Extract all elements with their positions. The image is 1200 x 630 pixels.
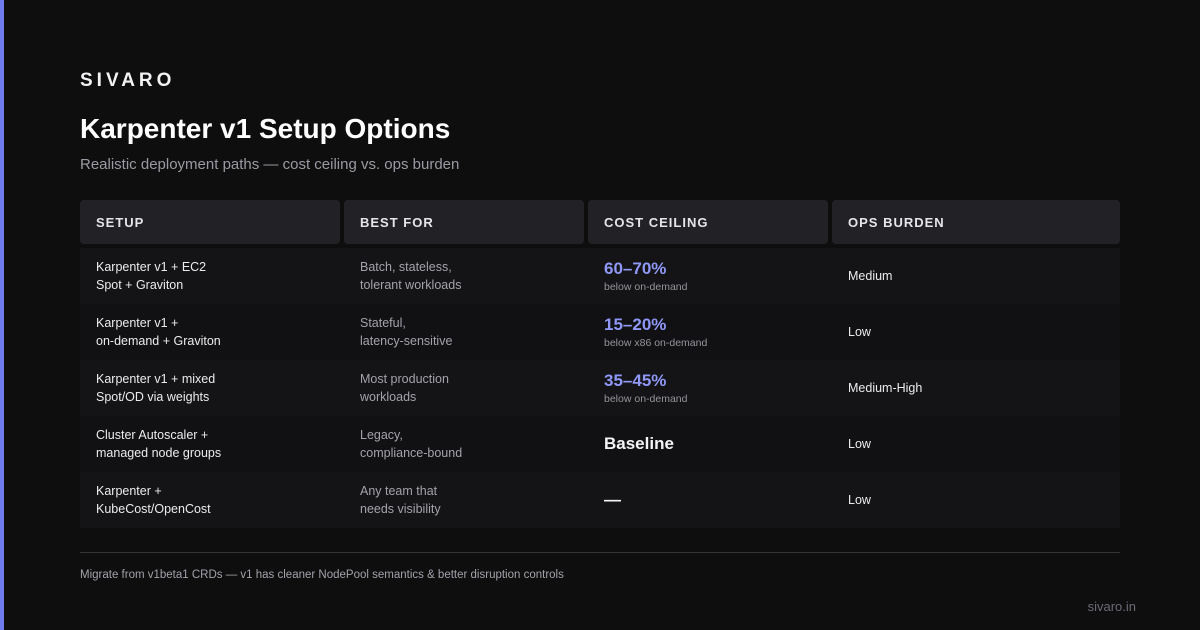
table-row: Karpenter v1 + EC2 Spot + Graviton Batch… bbox=[80, 248, 1120, 304]
ops-cell: Low bbox=[848, 493, 871, 507]
cost-cell: Baseline bbox=[588, 434, 832, 454]
header-ops-burden: OPS BURDEN bbox=[832, 200, 1120, 244]
cost-cell: — bbox=[588, 490, 832, 510]
ops-cell: Low bbox=[848, 325, 871, 339]
best-for-cell: Any team that needs visibility bbox=[360, 484, 441, 516]
ops-cell: Medium-High bbox=[848, 381, 923, 395]
comparison-table: SETUP BEST FOR COST CEILING OPS BURDEN K… bbox=[80, 200, 1120, 528]
best-for-cell: Legacy, compliance-bound bbox=[360, 428, 463, 460]
best-for-cell: Most production workloads bbox=[360, 372, 449, 404]
cost-cell: 35–45% below on-demand bbox=[588, 371, 832, 406]
table-row: Cluster Autoscaler + managed node groups… bbox=[80, 416, 1120, 472]
cost-value: — bbox=[604, 490, 621, 509]
ops-cell: Medium bbox=[848, 269, 893, 283]
brand-logo: SIVARO bbox=[80, 70, 176, 91]
setup-cell: Karpenter v1 + EC2 Spot + Graviton bbox=[96, 260, 207, 292]
cost-value: 15–20% bbox=[604, 314, 667, 334]
setup-cell: Cluster Autoscaler + managed node groups bbox=[96, 428, 222, 460]
best-for-cell: Stateful, latency-sensitive bbox=[360, 316, 453, 348]
setup-cell: Karpenter v1 + mixed Spot/OD via weights bbox=[96, 372, 216, 404]
header-cost-ceiling: COST CEILING bbox=[588, 200, 828, 244]
setup-cell: Karpenter v1 + on-demand + Graviton bbox=[96, 316, 221, 348]
table-body: Karpenter v1 + EC2 Spot + Graviton Batch… bbox=[80, 248, 1120, 528]
ops-cell: Low bbox=[848, 437, 871, 451]
table-row: Karpenter v1 + mixed Spot/OD via weights… bbox=[80, 360, 1120, 416]
cost-cell: 60–70% below on-demand bbox=[588, 259, 832, 294]
header-setup: SETUP bbox=[80, 200, 340, 244]
footnote: Migrate from v1beta1 CRDs — v1 has clean… bbox=[80, 569, 564, 581]
setup-cell: Karpenter + KubeCost/OpenCost bbox=[96, 484, 211, 516]
header-best-for: BEST FOR bbox=[344, 200, 584, 244]
cost-value: 35–45% bbox=[604, 370, 667, 390]
cost-note: below on-demand bbox=[604, 280, 688, 293]
cost-value: 60–70% bbox=[604, 258, 667, 278]
table-header: SETUP BEST FOR COST CEILING OPS BURDEN bbox=[80, 200, 1120, 244]
cost-value: Baseline bbox=[604, 434, 674, 453]
site-url: sivaro.in bbox=[1087, 599, 1136, 614]
cost-note: below on-demand bbox=[604, 392, 688, 405]
table-row: Karpenter + KubeCost/OpenCost Any team t… bbox=[80, 472, 1120, 528]
best-for-cell: Batch, stateless, tolerant workloads bbox=[360, 260, 462, 292]
cost-note: below x86 on-demand bbox=[604, 336, 708, 349]
footer-divider bbox=[80, 552, 1120, 553]
accent-bar bbox=[0, 0, 4, 630]
cost-cell: 15–20% below x86 on-demand bbox=[588, 315, 832, 350]
page-title: Karpenter v1 Setup Options bbox=[80, 113, 451, 144]
page-subtitle: Realistic deployment paths — cost ceilin… bbox=[80, 156, 460, 173]
table-row: Karpenter v1 + on-demand + Graviton Stat… bbox=[80, 304, 1120, 360]
